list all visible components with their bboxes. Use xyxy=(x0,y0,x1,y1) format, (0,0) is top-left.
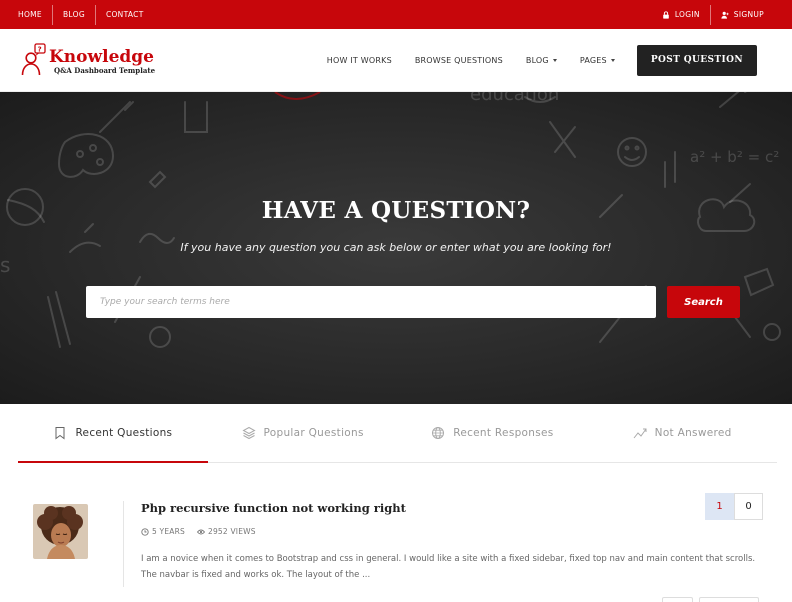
downvote-count[interactable]: 0 xyxy=(734,493,763,520)
question-age: 5 YEARS xyxy=(141,527,185,536)
logo-text: Knowledge Q&A Dashboard Template xyxy=(49,48,155,75)
signup-link[interactable]: SIGNUP xyxy=(711,7,774,23)
tab-recent-responses[interactable]: Recent Responses xyxy=(398,404,588,462)
login-label: LOGIN xyxy=(674,10,700,19)
globe-icon xyxy=(432,427,445,439)
divider xyxy=(123,501,124,587)
nav-label: PAGES xyxy=(579,55,607,65)
top-links: HOME BLOG CONTACT xyxy=(18,0,154,29)
question-meta: 5 YEARS 2952 VIEWS xyxy=(141,527,256,536)
svg-text:education: education xyxy=(470,92,559,105)
search-button[interactable]: Search xyxy=(667,286,740,318)
layers-icon xyxy=(241,426,256,440)
logo-title: Knowledge xyxy=(49,46,154,67)
vote-counter: 1 0 xyxy=(705,493,763,520)
auth-links: LOGIN SIGNUP xyxy=(652,0,774,29)
svg-text:?: ? xyxy=(38,45,42,53)
nav-how-it-works[interactable]: HOW IT WORKS xyxy=(327,56,392,65)
tab-label: Popular Questions xyxy=(263,427,364,439)
svg-text:a² + b² = c²: a² + b² = c² xyxy=(690,148,779,166)
nav-blog[interactable]: BLOG xyxy=(526,56,557,65)
main-nav: HOW IT WORKS BROWSE QUESTIONS BLOG PAGES… xyxy=(304,44,757,76)
clock-icon xyxy=(141,527,149,536)
caret-down-icon xyxy=(552,58,557,62)
nav-pages[interactable]: PAGES xyxy=(580,56,615,65)
trend-icon xyxy=(633,428,647,439)
logo-icon: ? xyxy=(21,43,46,76)
hero-banner: a² + b² = c² education s HAVE A QUESTION… xyxy=(0,92,792,404)
action-button-partial[interactable] xyxy=(662,597,693,602)
nav-label: HOW IT WORKS xyxy=(326,55,392,65)
hero-title: HAVE A QUESTION? xyxy=(261,197,531,224)
lock-icon xyxy=(663,10,669,19)
tab-recent-questions[interactable]: Recent Questions xyxy=(18,404,208,463)
question-title[interactable]: Php recursive function not working right xyxy=(141,501,406,515)
question-views: 2952 VIEWS xyxy=(196,527,256,536)
logo[interactable]: ? Knowledge Q&A Dashboard Template xyxy=(20,40,155,80)
login-link[interactable]: LOGIN xyxy=(652,7,710,23)
top-link-contact[interactable]: CONTACT xyxy=(96,7,154,23)
nav-label: BLOG xyxy=(525,55,549,65)
hero-subtitle: If you have any question you can ask bel… xyxy=(180,241,612,254)
tab-popular-questions[interactable]: Popular Questions xyxy=(208,404,398,462)
upvote-count[interactable]: 1 xyxy=(705,493,734,520)
action-button-partial[interactable] xyxy=(699,597,759,602)
post-question-button[interactable]: POST QUESTION xyxy=(636,44,757,76)
question-age-text: 5 YEARS xyxy=(152,527,185,536)
nav-browse-questions[interactable]: BROWSE QUESTIONS xyxy=(415,56,503,65)
question-tabs: Recent Questions Popular Questions Recen… xyxy=(18,404,777,463)
top-bar: HOME BLOG CONTACT LOGIN SIGNUP xyxy=(0,0,792,29)
search-input[interactable] xyxy=(86,286,656,318)
eye-icon xyxy=(196,529,205,534)
question-item: Php recursive function not working right… xyxy=(0,463,792,602)
nav-label: BROWSE QUESTIONS xyxy=(414,55,503,65)
top-link-blog[interactable]: BLOG xyxy=(53,7,95,23)
question-actions-partial xyxy=(662,597,759,602)
main-header: ? Knowledge Q&A Dashboard Template HOW I… xyxy=(0,29,792,92)
question-excerpt: I am a novice when it comes to Bootstrap… xyxy=(141,554,756,580)
bookmark-icon xyxy=(55,427,65,440)
svg-text:s: s xyxy=(0,253,10,277)
signup-label: SIGNUP xyxy=(733,10,764,19)
user-plus-icon xyxy=(721,11,729,19)
avatar[interactable] xyxy=(33,504,88,559)
tab-not-answered[interactable]: Not Answered xyxy=(587,404,777,462)
caret-down-icon xyxy=(610,58,615,62)
tab-label: Not Answered xyxy=(654,427,732,439)
top-link-home[interactable]: HOME xyxy=(18,7,52,23)
question-views-text: 2952 VIEWS xyxy=(207,527,256,536)
tab-label: Recent Responses xyxy=(453,427,554,439)
tab-label: Recent Questions xyxy=(75,427,173,439)
logo-subtitle: Q&A Dashboard Template xyxy=(54,65,156,75)
search-form: Search xyxy=(86,286,740,318)
